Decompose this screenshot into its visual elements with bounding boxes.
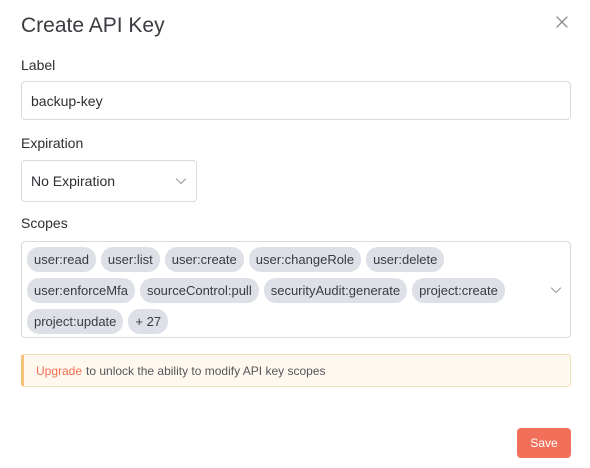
save-button[interactable]: Save (517, 428, 571, 458)
label-input[interactable] (21, 81, 571, 120)
chevron-down-icon (175, 175, 187, 187)
label-field-label: Label (21, 57, 56, 73)
expiration-field-label: Expiration (21, 135, 84, 151)
scope-tag: securityAudit:generate (263, 278, 408, 303)
expiration-selected-value: No Expiration (31, 173, 116, 189)
scope-tag: user:enforceMfa (27, 278, 135, 303)
scope-tags: user:read user:list user:create user:cha… (27, 247, 537, 334)
dialog-title: Create API Key (21, 14, 165, 37)
scopes-select[interactable]: user:read user:list user:create user:cha… (21, 241, 571, 338)
scope-tag: user:list (100, 247, 160, 272)
scope-tag: user:create (164, 247, 244, 272)
create-api-key-dialog: Create API Key Label Expiration No Expir… (0, 0, 590, 468)
upgrade-link[interactable]: Upgrade (36, 364, 82, 378)
close-button[interactable] (553, 13, 571, 31)
scope-tag: user:read (27, 247, 96, 272)
scope-tag: project:update (27, 309, 124, 334)
scope-tag: user:changeRole (248, 247, 362, 272)
upgrade-notice-text: to unlock the ability to modify API key … (86, 363, 326, 378)
scope-tag: sourceControl:pull (139, 278, 259, 303)
expiration-select[interactable]: No Expiration (21, 160, 197, 202)
close-icon[interactable] (556, 16, 568, 28)
upgrade-notice: Upgrade to unlock the ability to modify … (21, 354, 571, 387)
more-scopes-tag: + 27 (128, 309, 169, 334)
scope-tag: project:create (412, 278, 505, 303)
chevron-down-icon (550, 284, 562, 296)
scope-tag: user:delete (366, 247, 445, 272)
scopes-field-label: Scopes (21, 215, 68, 231)
